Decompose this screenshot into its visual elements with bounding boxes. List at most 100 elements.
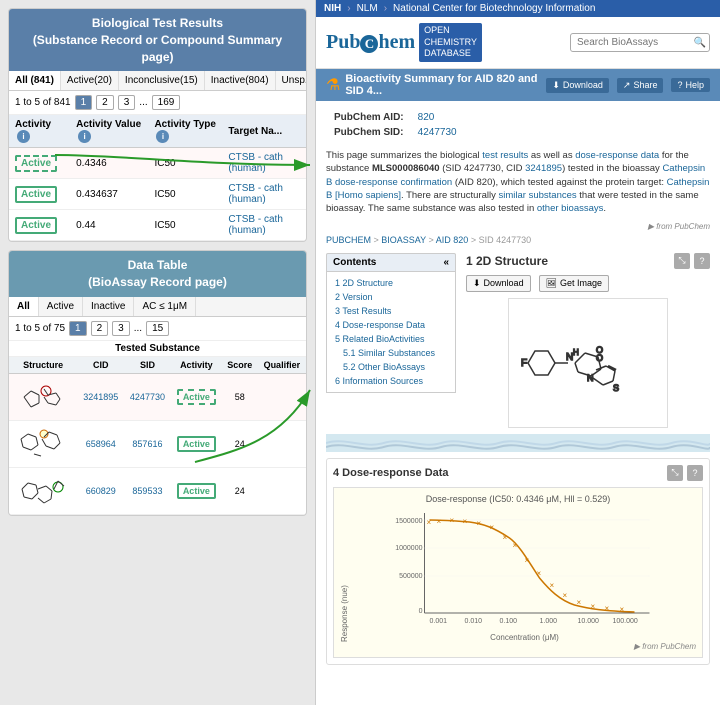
data-tab-ac[interactable]: AC ≤ 1μM: [134, 297, 196, 316]
table-row: Active 0.44 IC50 CTSB - cath (human): [9, 210, 306, 241]
tab-inactive[interactable]: Inactive(804): [205, 71, 276, 90]
tab-unspecified[interactable]: Unsp...: [276, 71, 307, 90]
test-results-link[interactable]: test results: [482, 150, 528, 161]
cid-link[interactable]: 3241895: [525, 163, 562, 174]
page-2-btn[interactable]: 2: [96, 95, 114, 110]
bc-sep-2: >: [429, 235, 436, 245]
nlm-label: NLM: [357, 3, 378, 14]
activity-info-icon[interactable]: i: [17, 130, 30, 143]
data-active-2: Active: [177, 436, 216, 452]
tab-all[interactable]: All (841): [9, 71, 61, 90]
search-area: 🔍: [570, 33, 710, 52]
molecule-svg-3: [16, 471, 71, 509]
sid-value[interactable]: 4247730: [412, 126, 463, 139]
expand-dose-icon[interactable]: ⤡: [667, 465, 683, 481]
data-page-2-btn[interactable]: 2: [91, 321, 109, 336]
value-info-icon[interactable]: i: [78, 130, 91, 143]
bc-sep-3: >: [471, 235, 479, 245]
sid-link-3[interactable]: 859533: [132, 486, 162, 496]
cid-link-3[interactable]: 660829: [86, 486, 116, 496]
col-activity-score: Activity: [171, 357, 222, 374]
contents-subitem-5-1[interactable]: 5.1 Similar Substances: [327, 346, 455, 360]
nih-bar: NIH › NLM › National Center for Biotechn…: [316, 0, 720, 17]
share-icon: ↗: [623, 80, 631, 91]
data-page-1-btn[interactable]: 1: [69, 321, 87, 336]
target-link-2[interactable]: CTSB - cath (human): [228, 183, 282, 205]
wavy-divider: [326, 434, 710, 452]
tab-active[interactable]: Active(20): [61, 71, 119, 90]
dose-response-link[interactable]: dose-response data: [575, 150, 659, 161]
page-last-btn[interactable]: 169: [152, 95, 181, 110]
bio-header-line1: Biological Test Results: [17, 15, 298, 32]
contents-item-3[interactable]: 3 Test Results: [327, 304, 455, 318]
page-3-btn[interactable]: 3: [118, 95, 136, 110]
search-icon[interactable]: 🔍: [694, 37, 706, 48]
breadcrumb-aid[interactable]: AID 820: [436, 235, 469, 245]
x-axis-label: Concentration (μM): [353, 633, 696, 642]
cell-type-3: IC50: [148, 210, 222, 241]
contents-item-2[interactable]: 2 Version: [327, 290, 455, 304]
target-link-3[interactable]: CTSB - cath (human): [228, 214, 282, 236]
aid-table: PubChem AID: 820 PubChem SID: 4247730: [326, 109, 465, 141]
collapse-icon[interactable]: «: [443, 257, 449, 268]
breadcrumb-bioassay[interactable]: BIOASSAY: [381, 235, 426, 245]
search-input[interactable]: [570, 33, 710, 52]
dose-chart-svg: 1500000 1000000 500000 0 0.001 0.01: [353, 508, 696, 628]
data-active-3: Active: [177, 483, 216, 499]
data-row-3: 660829 859533 Active 24: [9, 467, 306, 514]
molecule-svg-2: [16, 424, 71, 462]
svg-text:F: F: [521, 358, 527, 369]
aid-value[interactable]: 820: [412, 111, 463, 124]
get-image-btn[interactable]: 🖼 Get Image: [539, 275, 609, 292]
type-info-icon[interactable]: i: [156, 130, 169, 143]
cid-link-1[interactable]: 3241895: [83, 392, 118, 402]
page-1-btn[interactable]: 1: [75, 95, 93, 110]
data-tab-all[interactable]: All: [9, 297, 39, 316]
similar-link[interactable]: similar substances: [499, 190, 577, 201]
contents-item-5[interactable]: 5 Related BioActivities: [327, 332, 455, 346]
data-pagination-text: 1 to 5 of 75: [15, 323, 65, 334]
col-activity: Activity i: [9, 115, 70, 148]
dose-title: 4 Dose-response Data: [333, 467, 449, 479]
help-structure-icon[interactable]: ?: [694, 253, 710, 269]
page-ellipsis: ...: [139, 97, 147, 108]
col-qualifier: Qualifier: [258, 357, 306, 374]
sid-link-2[interactable]: 857616: [132, 439, 162, 449]
tab-inconclusive[interactable]: Inconclusive(15): [119, 71, 205, 90]
download-btn[interactable]: ⬇ Download: [546, 78, 609, 93]
open-chemistry-block: OPEN CHEMISTRY DATABASE: [419, 23, 482, 62]
svg-text:10.000: 10.000: [578, 618, 600, 625]
svg-text:×: ×: [463, 517, 468, 526]
cid-link-2[interactable]: 658964: [86, 439, 116, 449]
other-bioassays-link[interactable]: other bioassays: [537, 203, 604, 214]
data-page-last-btn[interactable]: 15: [146, 321, 169, 336]
help-dose-icon[interactable]: ?: [687, 465, 703, 481]
from-pubchem-chart: ▶ from PubChem: [340, 642, 696, 651]
contents-item-1[interactable]: 1 2D Structure: [327, 276, 455, 290]
svg-text:1000000: 1000000: [395, 545, 422, 552]
contents-subitem-5-2[interactable]: 5.2 Other BioAssays: [327, 360, 455, 374]
expand-icon[interactable]: ⤡: [674, 253, 690, 269]
col-type: Activity Type i: [148, 115, 222, 148]
from-pubchem-1: ▶ from PubChem: [326, 222, 710, 231]
svg-text:×: ×: [591, 602, 596, 611]
target-link-1[interactable]: CTSB - cath (human): [228, 152, 282, 174]
contents-item-6[interactable]: 6 Information Sources: [327, 374, 455, 388]
breadcrumb-pubchem[interactable]: PUBCHEM: [326, 235, 371, 245]
svg-text:100.000: 100.000: [613, 618, 638, 625]
svg-text:1.000: 1.000: [540, 618, 558, 625]
sid-link-1[interactable]: 4247730: [130, 392, 165, 402]
svg-text:×: ×: [513, 541, 518, 550]
molecule-svg-1: [16, 377, 71, 415]
qual-3: [258, 467, 306, 514]
help-btn[interactable]: ? Help: [671, 78, 710, 92]
score-2: 24: [222, 420, 258, 467]
data-tab-inactive[interactable]: Inactive: [83, 297, 134, 316]
download-structure-btn[interactable]: ⬇ Download: [466, 275, 531, 292]
data-page-3-btn[interactable]: 3: [112, 321, 130, 336]
contents-item-4[interactable]: 4 Dose-response Data: [327, 318, 455, 332]
svg-text:×: ×: [620, 605, 625, 614]
data-tab-active[interactable]: Active: [39, 297, 83, 316]
share-btn[interactable]: ↗ Share: [617, 78, 664, 93]
cell-value-3: 0.44: [70, 210, 148, 241]
